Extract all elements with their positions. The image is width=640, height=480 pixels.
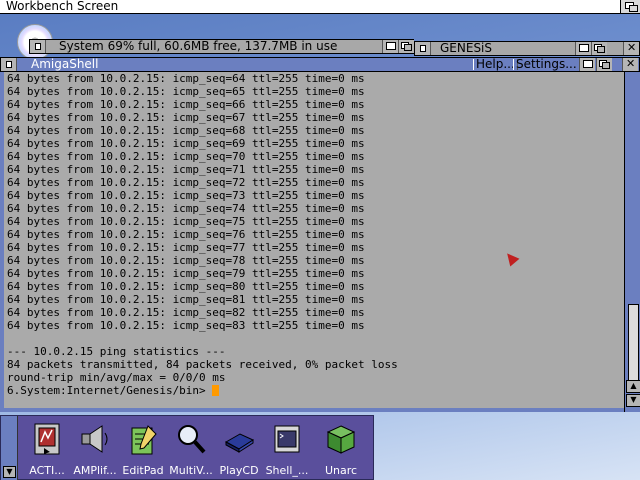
shell-icon	[274, 425, 300, 453]
dock-bar: ▼ ACTI... AMPlif... EditPad MultiV... Pl…	[0, 415, 374, 480]
close-icon[interactable]	[415, 42, 431, 55]
shell-line: 64 bytes from 10.0.2.15: icmp_seq=74 ttl…	[7, 202, 365, 215]
screen-depth-icon[interactable]	[620, 0, 640, 13]
dock-item-label: Shell_...	[265, 464, 309, 477]
shell-line: 64 bytes from 10.0.2.15: icmp_seq=65 ttl…	[7, 85, 365, 98]
amigashell-window[interactable]: AmigaShell Help... Settings... 64 bytes …	[0, 57, 640, 412]
shell-prompt: 6.System:Internet/Genesis/bin>	[7, 384, 213, 397]
screen-title: Workbench Screen	[6, 0, 119, 13]
close-icon[interactable]	[30, 40, 46, 53]
shell-line: --- 10.0.2.15 ping statistics ---	[7, 345, 226, 358]
notepad-icon	[131, 425, 157, 455]
shell-line: 64 bytes from 10.0.2.15: icmp_seq=78 ttl…	[7, 254, 365, 267]
dock-handle[interactable]: ▼	[1, 416, 18, 480]
shell-line: 64 bytes from 10.0.2.15: icmp_seq=82 ttl…	[7, 306, 365, 319]
shell-output: 64 bytes from 10.0.2.15: icmp_seq=64 ttl…	[7, 72, 398, 397]
genesis-window-title: GENESiS	[440, 41, 493, 55]
zoom-icon[interactable]	[575, 42, 591, 55]
text-cursor	[212, 385, 220, 396]
depth-icon[interactable]	[398, 40, 414, 53]
shell-line: round-trip min/avg/max = 0/0/0 ms	[7, 371, 226, 384]
shell-output-area[interactable]: 64 bytes from 10.0.2.15: icmp_seq=64 ttl…	[0, 72, 624, 412]
dock-item-amplifier[interactable]: AMPlif...	[71, 420, 117, 478]
dock-item-activity[interactable]: ACTI...	[23, 420, 69, 478]
shell-title: AmigaShell	[31, 57, 99, 71]
screen-title-bar[interactable]: Workbench Screen	[0, 0, 640, 14]
system-window-titlebar[interactable]: System 69% full, 60.6MB free, 137.7MB in…	[29, 39, 414, 54]
settings-button[interactable]: Settings...	[513, 58, 580, 70]
archive-cube-icon	[326, 425, 356, 454]
shell-line: 64 bytes from 10.0.2.15: icmp_seq=81 ttl…	[7, 293, 365, 306]
dock-item-shell[interactable]: Shell_...	[263, 420, 309, 478]
shell-line: 64 bytes from 10.0.2.15: icmp_seq=73 ttl…	[7, 189, 365, 202]
help-button[interactable]: Help...	[473, 58, 518, 70]
speaker-icon	[81, 425, 108, 453]
cd-player-icon	[224, 433, 255, 453]
shell-line: 64 bytes from 10.0.2.15: icmp_seq=67 ttl…	[7, 111, 365, 124]
shell-line: 64 bytes from 10.0.2.15: icmp_seq=72 ttl…	[7, 176, 365, 189]
scroll-down-icon[interactable]: ▼	[626, 394, 640, 407]
close-x-icon[interactable]	[623, 41, 639, 55]
system-window-title: System 69% full, 60.6MB free, 137.7MB in…	[59, 39, 338, 53]
dock-item-label: Unarc	[324, 464, 358, 477]
close-icon[interactable]	[1, 58, 17, 71]
shell-line: 64 bytes from 10.0.2.15: icmp_seq=83 ttl…	[7, 319, 365, 332]
shell-line: 64 bytes from 10.0.2.15: icmp_seq=68 ttl…	[7, 124, 365, 137]
dock-item-multiview[interactable]: MultiV...	[167, 420, 213, 478]
close-x-icon[interactable]	[622, 57, 638, 71]
shell-line: 64 bytes from 10.0.2.15: icmp_seq=66 ttl…	[7, 98, 365, 111]
vertical-scrollbar[interactable]: ▲ ▼	[624, 72, 640, 412]
shell-prompt-line[interactable]: 6.System:Internet/Genesis/bin>	[7, 384, 398, 397]
shell-bottom-border	[0, 408, 624, 412]
dock-item-editpad[interactable]: EditPad	[119, 420, 165, 478]
shell-line: 64 bytes from 10.0.2.15: icmp_seq=76 ttl…	[7, 228, 365, 241]
genesis-window-titlebar[interactable]: GENESiS	[414, 41, 640, 56]
shell-line: 64 bytes from 10.0.2.15: icmp_seq=69 ttl…	[7, 137, 365, 150]
scroll-thumb[interactable]	[628, 304, 639, 382]
depth-icon[interactable]	[596, 58, 612, 71]
scroll-up-icon[interactable]: ▲	[626, 380, 640, 393]
dock-toggle-icon[interactable]: ▼	[3, 466, 16, 478]
activity-icon	[34, 423, 60, 455]
zoom-icon[interactable]	[382, 40, 398, 53]
shell-titlebar[interactable]: AmigaShell Help... Settings...	[0, 57, 640, 72]
shell-line: 64 bytes from 10.0.2.15: icmp_seq=80 ttl…	[7, 280, 365, 293]
zoom-icon[interactable]	[579, 58, 595, 71]
depth-icon[interactable]	[591, 42, 607, 55]
dock-item-unarc[interactable]: Unarc	[317, 420, 363, 478]
shell-line: 64 bytes from 10.0.2.15: icmp_seq=75 ttl…	[7, 215, 365, 228]
dock-item-playcd[interactable]: PlayCD	[215, 420, 261, 478]
shell-line: 64 bytes from 10.0.2.15: icmp_seq=77 ttl…	[7, 241, 365, 254]
shell-line: 64 bytes from 10.0.2.15: icmp_seq=71 ttl…	[7, 163, 365, 176]
shell-line: 64 bytes from 10.0.2.15: icmp_seq=70 ttl…	[7, 150, 365, 163]
shell-line: 84 packets transmitted, 84 packets recei…	[7, 358, 398, 371]
magnifier-icon	[178, 425, 206, 454]
shell-line: 64 bytes from 10.0.2.15: icmp_seq=79 ttl…	[7, 267, 365, 280]
shell-line: 64 bytes from 10.0.2.15: icmp_seq=64 ttl…	[7, 72, 365, 85]
